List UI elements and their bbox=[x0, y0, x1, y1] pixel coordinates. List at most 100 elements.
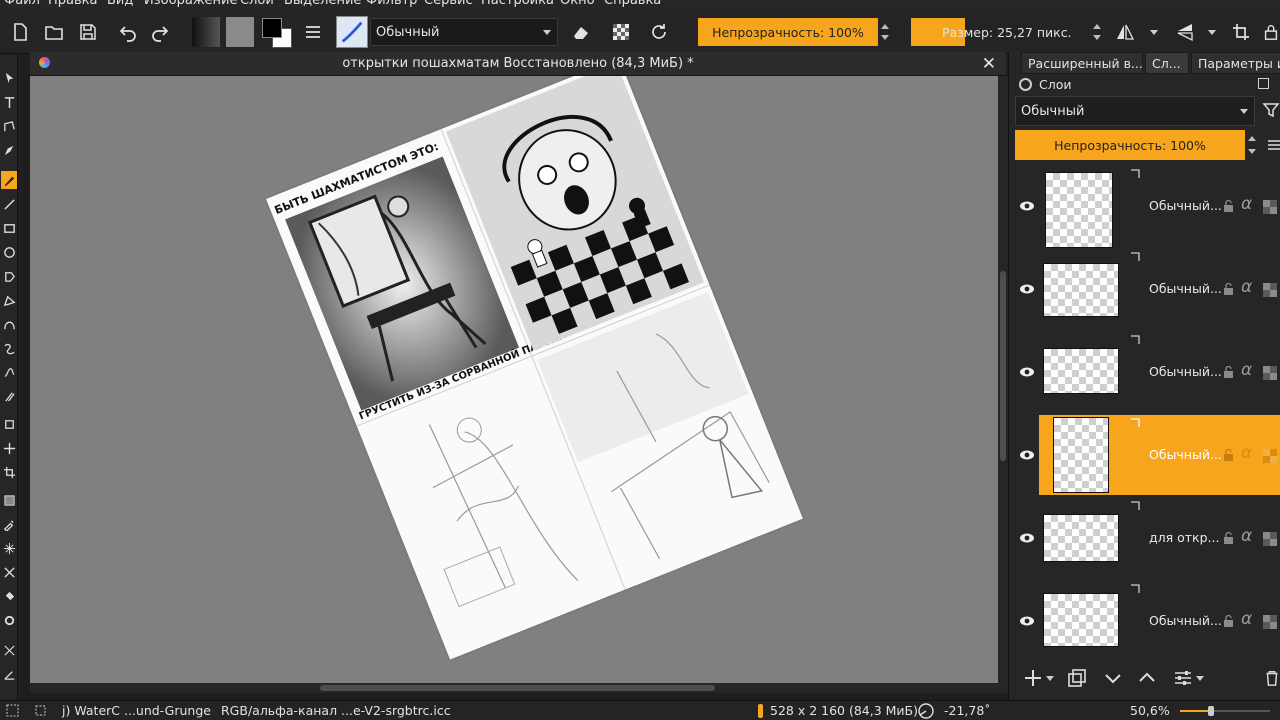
layer-menu-button[interactable] bbox=[1267, 138, 1280, 152]
document-tab[interactable]: открытки пошахматам Восстановлено (84,3 … bbox=[30, 52, 1006, 76]
polygon-tool[interactable] bbox=[1, 267, 17, 285]
lock-icon[interactable] bbox=[1223, 532, 1234, 544]
inherit-alpha-icon[interactable] bbox=[1263, 366, 1277, 380]
assistant-tool[interactable] bbox=[1, 563, 17, 581]
undo-button[interactable] bbox=[116, 10, 140, 54]
zoom-slider[interactable] bbox=[1180, 706, 1270, 716]
delete-layer-button[interactable] bbox=[1263, 666, 1280, 690]
inherit-alpha-icon[interactable] bbox=[1263, 200, 1277, 214]
inherit-alpha-icon[interactable] bbox=[1263, 449, 1277, 463]
inherit-alpha-icon[interactable] bbox=[1263, 532, 1277, 546]
layer-row-5[interactable]: для откр... α bbox=[1015, 498, 1280, 578]
alpha-lock-icon[interactable]: α bbox=[1241, 609, 1252, 629]
rectangle-tool[interactable] bbox=[1, 219, 17, 237]
eye-icon[interactable] bbox=[1019, 447, 1035, 463]
crop-selection-tool[interactable] bbox=[1, 415, 17, 433]
lock-icon[interactable] bbox=[1223, 366, 1234, 378]
edit-shapes-tool[interactable] bbox=[1, 117, 17, 135]
calligraphy-tool[interactable] bbox=[1, 141, 17, 159]
reload-preset-button[interactable] bbox=[646, 10, 672, 54]
move-layer-up-button[interactable] bbox=[1135, 666, 1159, 690]
brush-settings-button[interactable] bbox=[300, 10, 326, 54]
fill-tool[interactable] bbox=[1, 587, 17, 605]
alpha-lock-icon[interactable]: α bbox=[1241, 277, 1252, 297]
ellipse-tool[interactable] bbox=[1, 243, 17, 261]
crop-tool[interactable] bbox=[1, 463, 17, 481]
mirror-options-dropdown[interactable] bbox=[1148, 10, 1160, 54]
opacity-spinner[interactable] bbox=[880, 18, 890, 46]
opacity-slider[interactable]: Непрозрачность: 100% bbox=[698, 18, 878, 46]
menu-edit[interactable]: Правка bbox=[48, 0, 97, 8]
vertical-scrollbar[interactable] bbox=[998, 76, 1008, 683]
alpha-lock-icon[interactable]: α bbox=[1241, 526, 1252, 546]
duplicate-layer-button[interactable] bbox=[1065, 666, 1089, 690]
tab-layers[interactable]: Сл... bbox=[1145, 52, 1189, 74]
layer-properties-button[interactable] bbox=[1171, 666, 1195, 690]
layer-row-4-selected[interactable]: Обычный... α bbox=[1020, 415, 1280, 495]
horizontal-scrollbar[interactable] bbox=[30, 683, 1008, 693]
gradient-tool[interactable] bbox=[1, 491, 17, 509]
bezier-curve-tool[interactable] bbox=[1, 315, 17, 333]
move-tool[interactable] bbox=[1, 439, 17, 457]
freehand-path-tool[interactable] bbox=[1, 339, 17, 357]
canvas-area[interactable]: БЫТЬ ШАХМАТИСТОМ ЭТО: ГРУСТИТЬ ИЗ-ЗА СОР… bbox=[30, 76, 998, 683]
select-shapes-tool[interactable] bbox=[1, 69, 17, 87]
redo-button[interactable] bbox=[148, 10, 172, 54]
inherit-alpha-icon[interactable] bbox=[1263, 615, 1277, 629]
menu-window[interactable]: Окно bbox=[560, 0, 595, 8]
close-document-button[interactable]: ✕ bbox=[982, 54, 996, 74]
eye-icon[interactable] bbox=[1019, 613, 1035, 629]
gradient-swatch[interactable] bbox=[192, 17, 220, 47]
eye-icon[interactable] bbox=[1019, 530, 1035, 546]
line-tool[interactable] bbox=[1, 195, 17, 213]
selection-mode-icon[interactable] bbox=[34, 704, 47, 717]
layer-row-2[interactable]: Обычный... α bbox=[1015, 249, 1280, 329]
layer-filter-button[interactable] bbox=[1261, 100, 1280, 122]
polyline-tool[interactable] bbox=[1, 291, 17, 309]
smart-patch-tool[interactable] bbox=[1, 539, 17, 557]
dynamic-brush-tool[interactable] bbox=[1, 363, 17, 381]
layer-row-6[interactable]: Обычный... α bbox=[1015, 581, 1280, 661]
angle-tool[interactable] bbox=[1, 665, 17, 683]
lock-icon[interactable] bbox=[1223, 200, 1234, 212]
menu-help[interactable]: Справка bbox=[604, 0, 661, 8]
layer-blend-mode-select[interactable]: Обычный bbox=[1015, 96, 1255, 126]
wrap-around-button[interactable] bbox=[1228, 10, 1254, 54]
preserve-alpha-button[interactable] bbox=[608, 10, 634, 54]
alpha-lock-icon[interactable]: α bbox=[1241, 194, 1252, 214]
menu-settings[interactable]: Настройка bbox=[481, 0, 554, 8]
menu-view[interactable]: Вид bbox=[107, 0, 133, 8]
inherit-alpha-icon[interactable] bbox=[1263, 283, 1277, 297]
lock-toolbar-button[interactable] bbox=[1262, 10, 1280, 54]
measure-tool[interactable] bbox=[1, 641, 17, 659]
menu-layers[interactable]: Слои bbox=[240, 0, 274, 8]
pattern-swatch[interactable] bbox=[226, 17, 254, 47]
lock-icon[interactable] bbox=[1223, 283, 1234, 295]
mirror-vertical-button[interactable] bbox=[1172, 10, 1198, 54]
eye-icon[interactable] bbox=[1019, 198, 1035, 214]
lock-icon[interactable] bbox=[1223, 449, 1234, 461]
layer-properties-dropdown[interactable] bbox=[1195, 666, 1205, 690]
multibrush-tool[interactable] bbox=[1, 387, 17, 405]
add-layer-dropdown[interactable] bbox=[1045, 666, 1055, 690]
menu-select[interactable]: Выделение bbox=[284, 0, 361, 8]
selection-icon[interactable] bbox=[6, 704, 19, 717]
freehand-brush-tool[interactable] bbox=[1, 171, 17, 189]
layer-row-3[interactable]: Обычный... α bbox=[1015, 332, 1280, 412]
alpha-lock-icon[interactable]: α bbox=[1241, 360, 1252, 380]
menu-image[interactable]: Изображение bbox=[144, 0, 237, 8]
current-brush[interactable]: j) WaterC ...und-Grunge bbox=[62, 703, 211, 718]
zoom-value[interactable]: 50,6% bbox=[1130, 703, 1170, 718]
blend-mode-select[interactable]: Обычный bbox=[370, 18, 558, 46]
move-layer-down-button[interactable] bbox=[1101, 666, 1125, 690]
docker-float-icon[interactable] bbox=[1258, 78, 1269, 89]
open-document-button[interactable] bbox=[42, 10, 66, 54]
lock-icon[interactable] bbox=[1223, 615, 1234, 627]
text-tool[interactable] bbox=[1, 93, 17, 111]
color-picker-tool[interactable] bbox=[1, 515, 17, 533]
layer-opacity-slider[interactable]: Непрозрачность: 100% bbox=[1015, 130, 1245, 160]
alpha-lock-icon[interactable]: α bbox=[1241, 443, 1252, 463]
mirror-horizontal-button[interactable] bbox=[1112, 10, 1138, 54]
layer-row-1[interactable]: Обычный... α bbox=[1015, 166, 1280, 248]
menu-tools[interactable]: Сервис bbox=[424, 0, 473, 8]
